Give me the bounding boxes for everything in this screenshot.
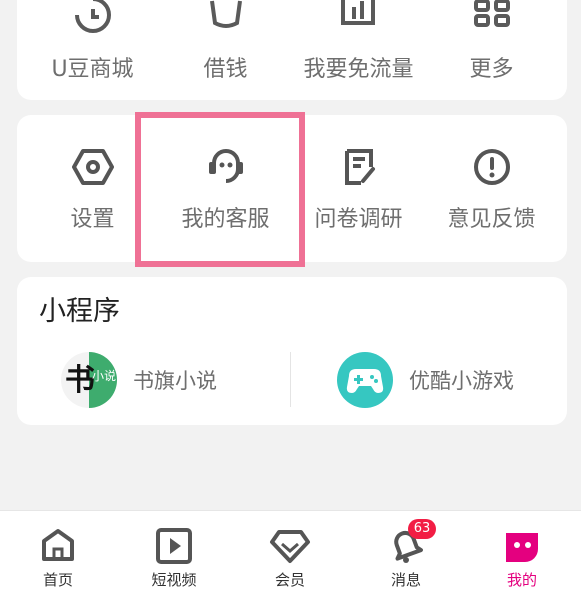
home-icon — [42, 529, 74, 561]
mini-program-shuqi[interactable]: 书 小说 书旗小说 — [59, 350, 217, 410]
menu-item-label: U豆商城 — [51, 57, 134, 82]
unread-badge: 63 — [408, 519, 436, 539]
menu-item-borrow[interactable]: 借钱 — [157, 0, 294, 83]
menu-item-label: 意见反馈 — [447, 207, 536, 232]
profile-icon — [506, 533, 538, 562]
menu-item-more[interactable]: 更多 — [423, 0, 560, 83]
tab-label: 消息 — [390, 571, 421, 589]
survey-icon — [344, 149, 375, 185]
mini-programs-card: 小程序 书 小说 书旗小说 优酷小游戏 — [17, 277, 567, 425]
tab-short-video[interactable]: 短视频 — [116, 511, 232, 590]
shuqi-logo: 书 小说 — [61, 352, 117, 408]
chart-box-icon — [340, 0, 375, 25]
gamepad-icon — [337, 352, 393, 408]
tab-label: 短视频 — [151, 571, 197, 589]
menu-item-feedback[interactable]: 意见反馈 — [423, 147, 560, 233]
grid-icon — [473, 0, 510, 27]
tab-home[interactable]: 首页 — [0, 511, 116, 590]
menu-item-udou-mall[interactable]: U豆商城 — [24, 0, 161, 83]
mini-programs-title: 小程序 — [39, 296, 120, 327]
menu-item-survey[interactable]: 问卷调研 — [290, 147, 427, 233]
bottom-tab-bar: 首页 短视频 会员 63 消息 我的 — [0, 510, 581, 608]
hexagon-gear-icon — [71, 149, 114, 185]
cup-icon — [209, 0, 242, 28]
mini-program-label: 优酷小游戏 — [409, 369, 514, 393]
tab-label: 首页 — [42, 571, 73, 589]
tab-messages[interactable]: 63 消息 — [348, 511, 464, 590]
logo-char: 书 — [65, 363, 95, 398]
quick-menu-card: U豆商城 借钱 我要免流量 更多 — [17, 0, 567, 100]
menu-item-label: 借钱 — [203, 57, 248, 82]
divider — [290, 352, 291, 407]
menu-item-label: 更多 — [469, 57, 514, 82]
exclamation-icon — [473, 149, 510, 185]
play-icon — [156, 528, 192, 564]
highlight-box — [135, 112, 305, 267]
tab-mine[interactable]: 我的 — [464, 511, 580, 590]
tab-label: 我的 — [506, 571, 537, 589]
tab-label: 会员 — [274, 571, 305, 589]
menu-item-label: 我要免流量 — [303, 57, 414, 82]
mini-program-youku-games[interactable]: 优酷小游戏 — [335, 350, 514, 410]
clock-icon — [74, 0, 111, 33]
logo-sub: 小说 — [92, 368, 116, 383]
diamond-icon — [270, 530, 310, 563]
menu-item-free-data[interactable]: 我要免流量 — [290, 0, 427, 83]
mini-program-label: 书旗小说 — [133, 369, 217, 393]
tab-vip[interactable]: 会员 — [232, 511, 348, 590]
menu-item-label: 问卷调研 — [314, 207, 403, 232]
